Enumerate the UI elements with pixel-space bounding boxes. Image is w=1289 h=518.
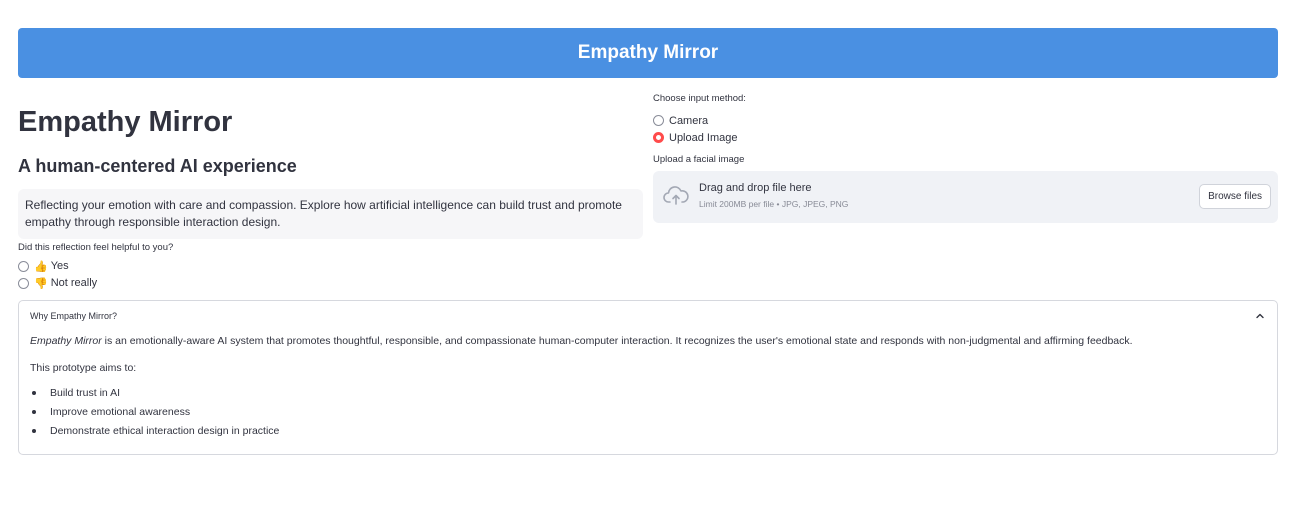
list-item: Build trust in AI	[30, 386, 1260, 405]
input-method-radio-group: Camera Upload Image	[653, 112, 1278, 146]
radio-button-selected[interactable]	[653, 132, 664, 143]
file-dropzone[interactable]: Drag and drop file here Limit 200MB per …	[653, 171, 1278, 223]
description-text: is an emotionally-aware AI system that p…	[101, 335, 1133, 347]
feedback-option-not-really[interactable]: 👎 Not really	[18, 275, 643, 292]
bullet-icon	[32, 391, 36, 395]
cloud-upload-icon	[663, 186, 689, 205]
method-option-label: Camera	[669, 114, 709, 127]
radio-button[interactable]	[653, 115, 664, 126]
thumbs-down-icon: 👎	[34, 277, 48, 290]
aims-list: Build trust in AI Improve emotional awar…	[30, 386, 1260, 443]
page-title: Empathy Mirror	[18, 106, 233, 138]
browse-files-button[interactable]: Browse files	[1199, 184, 1271, 209]
chevron-up-icon[interactable]	[1255, 311, 1265, 321]
radio-button[interactable]	[18, 277, 29, 289]
info-box: Reflecting your emotion with care and co…	[18, 188, 643, 239]
input-method-label: Choose input method:	[653, 93, 746, 104]
method-option-label: Upload Image	[669, 131, 738, 144]
list-item-text: Demonstrate ethical interaction design i…	[50, 425, 280, 437]
app-banner: Empathy Mirror	[18, 28, 1278, 78]
why-expander: Why Empathy Mirror? Empathy Mirror is an…	[18, 300, 1278, 455]
feedback-option-yes[interactable]: 👍 Yes	[18, 258, 643, 275]
feedback-option-label: Not really	[50, 277, 98, 290]
bullet-icon	[32, 410, 36, 414]
description-emphasis: Empathy Mirror	[30, 335, 102, 347]
banner-title: Empathy Mirror	[577, 42, 719, 63]
info-text: Reflecting your emotion with care and co…	[25, 197, 622, 229]
expander-body: Empathy Mirror is an emotionally-aware A…	[30, 334, 1260, 443]
input-column: Choose input method: Camera Upload Image…	[653, 93, 1278, 223]
dropzone-limit-text: Limit 200MB per file • JPG, JPEG, PNG	[699, 199, 849, 209]
thumbs-up-icon: 👍	[34, 260, 48, 273]
expander-title: Why Empathy Mirror?	[30, 311, 118, 321]
list-item-text: Build trust in AI	[50, 387, 121, 399]
radio-button[interactable]	[18, 260, 29, 272]
feedback-radio-group: 👍 Yes 👎 Not really	[18, 258, 643, 292]
expander-header[interactable]: Why Empathy Mirror?	[19, 301, 1277, 331]
bullet-icon	[32, 429, 36, 433]
upload-label: Upload a facial image	[653, 154, 745, 165]
method-option-camera[interactable]: Camera	[653, 112, 1278, 129]
feedback-question: Did this reflection feel helpful to you?	[18, 241, 174, 253]
main-column: Empathy Mirror A human-centered AI exper…	[18, 100, 643, 292]
list-item: Demonstrate ethical interaction design i…	[30, 424, 1260, 443]
feedback-option-label: Yes	[50, 260, 69, 273]
list-item-text: Improve emotional awareness	[50, 406, 191, 418]
page-subtitle: A human-centered AI experience	[18, 155, 297, 176]
dropzone-text: Drag and drop file here Limit 200MB per …	[699, 182, 848, 209]
aims-intro: This prototype aims to:	[30, 362, 137, 374]
expander-description: Empathy Mirror is an emotionally-aware A…	[30, 334, 1260, 348]
list-item: Improve emotional awareness	[30, 405, 1260, 424]
method-option-upload-image[interactable]: Upload Image	[653, 129, 1278, 146]
dropzone-main-text: Drag and drop file here	[699, 182, 812, 194]
